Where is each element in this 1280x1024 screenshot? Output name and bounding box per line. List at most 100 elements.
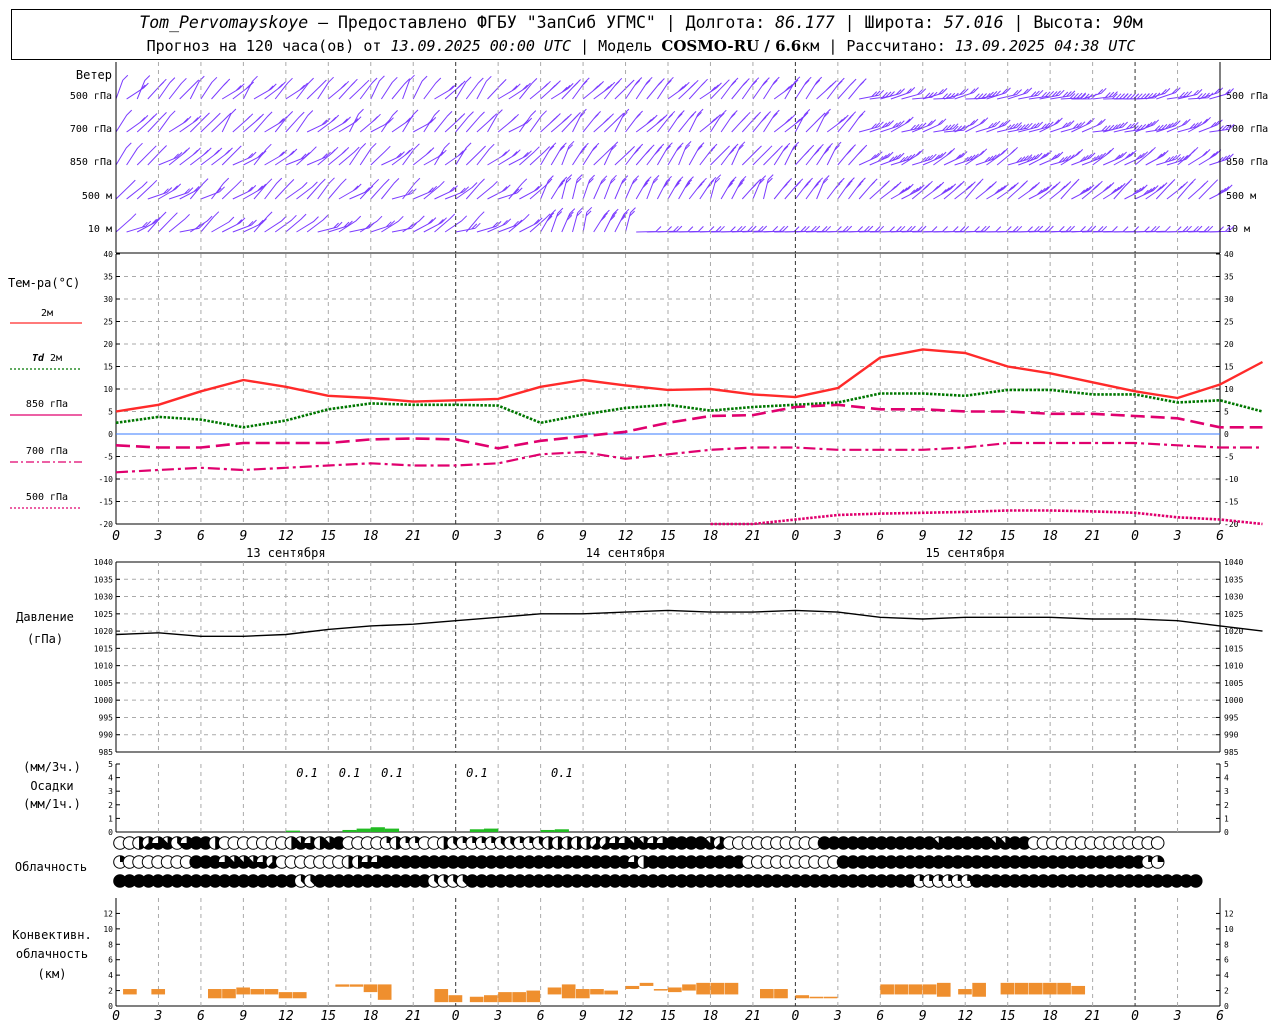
wind-barb xyxy=(243,113,264,133)
hour-tick-label: 21 xyxy=(1085,529,1101,544)
convective-bar xyxy=(1043,982,1057,995)
convective-bar xyxy=(123,989,137,995)
y-tick-label: 1000 xyxy=(94,696,113,705)
wind-barb xyxy=(211,216,235,233)
hour-tick-label: 3 xyxy=(493,529,502,544)
wind-barb xyxy=(741,145,762,166)
legend-label-td2m: Td 2м xyxy=(32,353,62,364)
wind-barb xyxy=(1071,152,1096,166)
hour-tick-label: 6 xyxy=(876,529,884,544)
wind-barb xyxy=(794,109,811,133)
wind-barb xyxy=(126,115,149,133)
convective-bar xyxy=(590,989,604,995)
wind-barb xyxy=(614,175,629,200)
wind-level-label-left: 500 м xyxy=(82,191,112,202)
wind-barb xyxy=(1187,149,1211,166)
convective-bar xyxy=(639,982,654,986)
wind-barb xyxy=(1018,182,1040,200)
wind-barb xyxy=(1102,183,1126,200)
wind-title: Ветер xyxy=(76,68,112,82)
wind-barb xyxy=(465,145,486,166)
hour-tick-label: 0 xyxy=(1131,529,1139,544)
precip-bar xyxy=(469,829,484,832)
wind-barb xyxy=(795,177,813,200)
wind-barb xyxy=(274,111,294,133)
hour-tick-label: 15 xyxy=(660,1009,676,1024)
convective-bar xyxy=(795,995,810,999)
hour-tick-label: 3 xyxy=(833,1009,842,1024)
wind-barb xyxy=(784,178,804,200)
wind-barb xyxy=(720,143,739,166)
wind-barb xyxy=(635,176,652,200)
wind-barb xyxy=(986,183,1009,200)
meteogram: Ветер 500 гПа 700 гПа 850 гПа 500 м 10 м… xyxy=(8,62,1268,1024)
hour-tick-label: 3 xyxy=(1173,529,1182,544)
wind-barb xyxy=(497,113,519,133)
convective-bar xyxy=(335,984,350,987)
wind-barb xyxy=(763,174,774,200)
wind-barb xyxy=(1124,151,1149,166)
convective-bar xyxy=(377,984,392,1000)
wind-barb xyxy=(1050,154,1075,166)
y-tick-label: -5 xyxy=(1224,453,1234,462)
wind-barb xyxy=(848,110,866,133)
convective-bar xyxy=(1000,982,1015,995)
wind-barb xyxy=(168,213,190,233)
y-tick-label: -15 xyxy=(1224,498,1239,507)
wind-level-label-left: 700 гПа xyxy=(70,124,112,135)
wind-level-label-right: 10 м xyxy=(1226,224,1250,235)
y-tick-label: 40 xyxy=(1224,250,1234,259)
series-t2m xyxy=(115,348,1264,413)
hour-tick-label: 6 xyxy=(537,1009,545,1024)
wind-barb xyxy=(1050,120,1075,133)
y-tick-label: -10 xyxy=(1224,475,1239,484)
wind-barb xyxy=(264,215,287,233)
convective-bar xyxy=(1028,982,1043,995)
y-tick-label: 1030 xyxy=(94,593,113,602)
wind-barb xyxy=(465,178,485,200)
conv-label-3: (км) xyxy=(38,967,67,981)
wind-barb xyxy=(572,174,583,200)
y-tick-label: -15 xyxy=(99,498,114,507)
wind-barb xyxy=(1198,87,1224,100)
precip-bar xyxy=(356,828,371,832)
y-tick-label: 3 xyxy=(1224,787,1229,796)
convective-bar xyxy=(222,989,236,999)
y-tick-label: 20 xyxy=(103,340,113,349)
wind-barb xyxy=(476,75,492,100)
wind-barb xyxy=(540,113,561,133)
hour-tick-label: 3 xyxy=(1173,1009,1182,1024)
wind-barb xyxy=(359,178,380,200)
wind-barb xyxy=(465,77,484,100)
convective-bar xyxy=(1071,985,1086,995)
wind-barb xyxy=(773,114,796,133)
y-tick-label: 12 xyxy=(103,909,113,918)
wind-barb xyxy=(158,110,176,133)
wind-barb xyxy=(1124,184,1148,200)
wind-barb xyxy=(1166,90,1193,100)
convective-bar xyxy=(264,989,279,995)
wind-barb xyxy=(158,183,182,200)
y-tick-label: 4 xyxy=(108,774,113,783)
hour-tick-label: 15 xyxy=(1000,529,1016,544)
convective-bar xyxy=(208,989,222,999)
wind-barb xyxy=(741,77,760,100)
y-tick-label: 8 xyxy=(1224,940,1229,949)
hour-tick-label: 9 xyxy=(919,529,927,544)
wind-barb xyxy=(115,179,136,200)
precip-label: 0.1 xyxy=(339,766,361,780)
y-tick-label: 1025 xyxy=(1224,610,1243,619)
hour-tick-label: 15 xyxy=(1000,1009,1016,1024)
y-tick-label: 1015 xyxy=(1224,644,1243,653)
convective-bar xyxy=(908,984,923,995)
wind-barb xyxy=(391,115,414,133)
pressure-unit: (гПа) xyxy=(27,632,63,646)
wind-barb xyxy=(465,211,485,233)
wind-barb xyxy=(763,76,780,100)
wind-barb xyxy=(158,77,176,100)
cloud-fill-full xyxy=(1189,874,1203,888)
wind-barb xyxy=(879,181,902,200)
cloud-title: Облачность xyxy=(15,860,87,874)
temperature-panel: -20 -20-15 -15-10 -10-5 -50 05 510 1015 1520 2025… xyxy=(99,250,1264,560)
y-tick-label: 10 xyxy=(1224,925,1234,934)
